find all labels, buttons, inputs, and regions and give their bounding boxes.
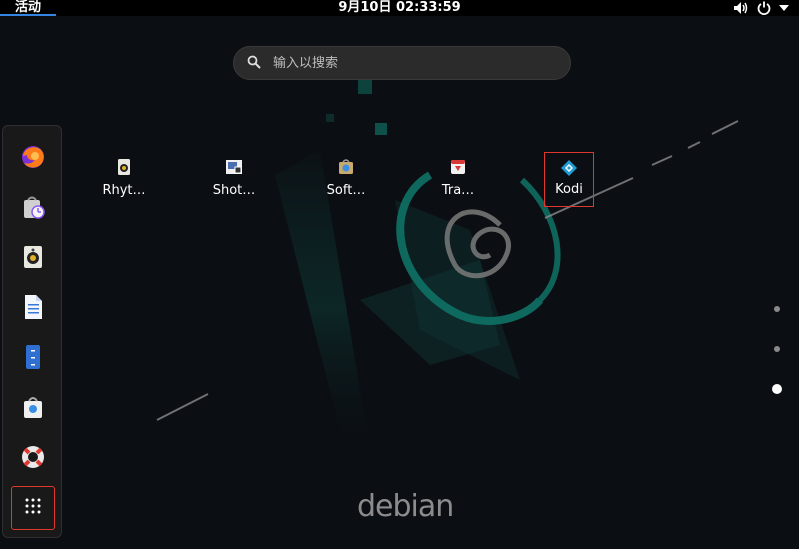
app-screenshot[interactable]: Shot… [196, 153, 272, 209]
dash-item-file-manager[interactable] [13, 339, 53, 379]
files-icon [20, 344, 46, 374]
wallpaper [0, 0, 799, 549]
volume-icon[interactable] [733, 1, 749, 15]
app-transmission[interactable]: Tra… [420, 153, 496, 209]
document-icon [20, 294, 46, 324]
clock[interactable]: 9月10日 02:33:59 [0, 0, 799, 16]
search-icon [247, 54, 261, 73]
power-icon[interactable] [757, 1, 771, 15]
software-icon [338, 159, 354, 175]
app-label: Shot… [212, 183, 256, 198]
system-tray[interactable] [733, 0, 789, 16]
dash-item-software-store[interactable] [13, 189, 53, 229]
show-applications-button[interactable] [11, 486, 55, 530]
dash-item-help[interactable] [13, 439, 53, 479]
top-bar: 活动 9月10日 02:33:59 [0, 0, 799, 16]
app-software[interactable]: Soft… [308, 153, 384, 209]
rhythmbox-icon [116, 159, 132, 175]
app-label: Soft… [326, 183, 366, 198]
app-label: Rhyt… [102, 183, 146, 198]
app-kodi[interactable]: Kodi [544, 152, 594, 207]
lifebuoy-icon [20, 444, 46, 474]
screenshot-icon [226, 159, 242, 175]
page-indicator-2[interactable] [774, 346, 780, 352]
page-indicator-3[interactable] [772, 384, 782, 394]
debian-logo-text: debian [357, 489, 454, 524]
app-label: Kodi [555, 182, 583, 197]
software-bag-icon [20, 394, 46, 424]
dash [2, 125, 62, 538]
speaker-icon [20, 244, 46, 274]
dash-item-rhythmbox[interactable] [13, 239, 53, 279]
kodi-icon [561, 160, 577, 176]
app-rhythmbox[interactable]: Rhyt… [86, 153, 162, 209]
menu-arrow-icon[interactable] [779, 4, 789, 12]
grid-icon [25, 498, 41, 518]
search-bar[interactable] [233, 46, 571, 80]
search-input[interactable] [271, 54, 545, 72]
dash-item-firefox[interactable] [13, 139, 53, 179]
firefox-icon [20, 144, 46, 174]
page-indicator-1[interactable] [774, 306, 780, 312]
dash-item-software[interactable] [13, 389, 53, 429]
transmission-icon [450, 159, 466, 175]
app-label: Tra… [441, 183, 475, 198]
store-icon [20, 194, 46, 224]
dash-item-document[interactable] [13, 289, 53, 329]
